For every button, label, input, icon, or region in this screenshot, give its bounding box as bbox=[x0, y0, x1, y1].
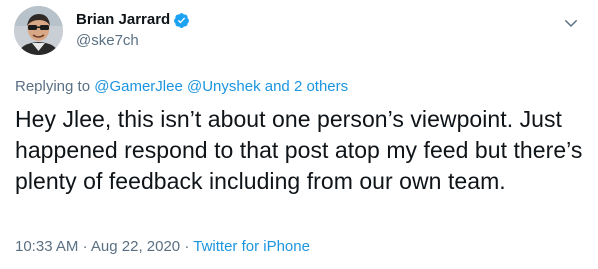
author-handle[interactable]: @ske7ch bbox=[76, 32, 190, 50]
tweet-time[interactable]: 10:33 AM bbox=[15, 238, 78, 255]
author-block: Brian Jarrard @ske7ch bbox=[76, 11, 190, 50]
tweet-card: Brian Jarrard @ske7ch Replying to @Gamer… bbox=[0, 0, 598, 269]
tweet-source-link[interactable]: Twitter for iPhone bbox=[193, 238, 310, 255]
replying-to-label: Replying to bbox=[15, 78, 91, 95]
author-name[interactable]: Brian Jarrard bbox=[76, 11, 170, 29]
mention-link[interactable]: @Unyshek bbox=[187, 78, 261, 95]
others-link[interactable]: and 2 others bbox=[265, 78, 348, 95]
tweet-date[interactable]: Aug 22, 2020 bbox=[91, 238, 180, 255]
meta-separator: · bbox=[184, 238, 190, 255]
tweet-meta: 10:33 AM · Aug 22, 2020 · Twitter for iP… bbox=[15, 238, 310, 255]
mention-link[interactable]: @GamerJlee bbox=[94, 78, 183, 95]
tweet-text: Hey Jlee, this isn’t about one person’s … bbox=[15, 106, 583, 194]
chevron-down-icon[interactable] bbox=[562, 14, 580, 32]
name-row: Brian Jarrard bbox=[76, 11, 190, 29]
verified-badge-icon bbox=[173, 12, 190, 29]
avatar-image bbox=[14, 6, 63, 55]
meta-separator: · bbox=[82, 238, 88, 255]
avatar[interactable] bbox=[14, 6, 63, 55]
replying-to: Replying to @GamerJlee @Unyshek and 2 ot… bbox=[15, 78, 348, 95]
